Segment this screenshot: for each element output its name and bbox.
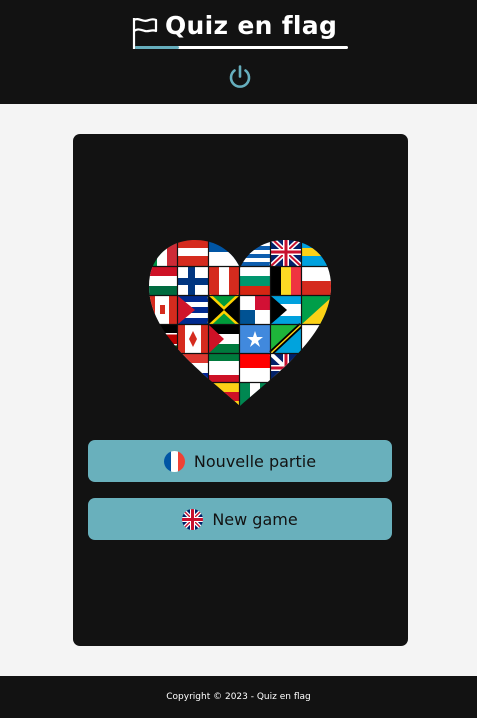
app-header: Quiz en flag [0,0,477,104]
france-flag-icon [163,450,185,472]
app-logo[interactable]: Quiz en flag [131,11,351,52]
new-game-en-button[interactable]: New game [88,498,392,540]
menu-card: Nouvelle partie New game [73,134,408,646]
new-game-en-label: New game [212,509,298,529]
uk-flag-icon [182,508,204,530]
logo-underline-accent [135,46,179,49]
new-game-fr-button[interactable]: Nouvelle partie [88,440,392,482]
heart-flags-illustration [149,240,331,406]
new-game-fr-label: Nouvelle partie [193,451,317,471]
power-icon[interactable] [227,64,253,90]
flag-outline-icon [132,18,158,49]
app-footer: Copyright © 2023 - Quiz en flag [0,676,477,718]
app-title: Quiz en flag [165,11,338,40]
copyright-text: Copyright © 2023 - Quiz en flag [166,692,311,702]
